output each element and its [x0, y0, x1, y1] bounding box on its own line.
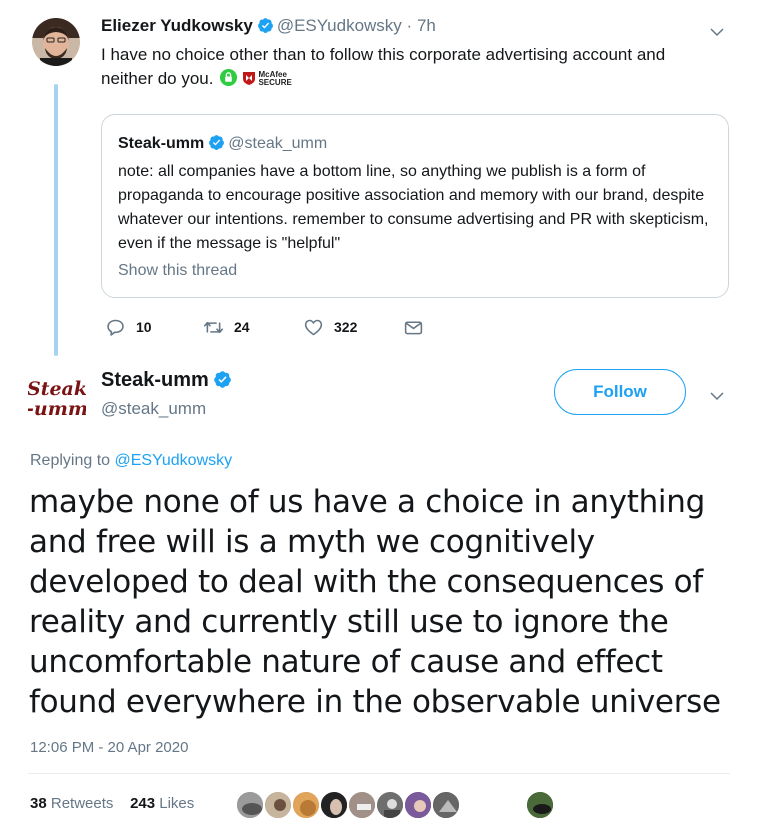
logo-line-2: -umm [28, 398, 86, 420]
main-tweet-text: maybe none of us have a choice in anythi… [29, 484, 721, 720]
quoted-tweet-card[interactable]: Steak-umm @steak_umm note: all companies … [101, 114, 729, 298]
quoted-author-handle: @steak_umm [228, 135, 328, 152]
verified-badge-icon [213, 371, 231, 388]
liker-avatar[interactable] [319, 790, 349, 820]
tweet-timestamp[interactable]: 12:06 PM - 20 Apr 2020 [30, 739, 188, 756]
envelope-icon [404, 320, 423, 334]
tweet-text: I have no choice other than to follow th… [101, 43, 721, 91]
main-author-handle[interactable]: @steak_umm [101, 399, 206, 419]
reply-icon [107, 319, 124, 336]
main-author-name-text: Steak-umm [101, 369, 209, 391]
liker-avatar[interactable] [263, 790, 293, 820]
logo-line-1: Steak [28, 378, 86, 400]
author-name[interactable]: Eliezer Yudkowsky [101, 16, 253, 35]
thread-connector-line [54, 84, 58, 356]
like-count: 322 [334, 319, 358, 335]
liker-avatar[interactable] [291, 790, 321, 820]
liker-avatar[interactable] [347, 790, 377, 820]
lock-icon [220, 68, 238, 87]
engagement-stats: 38 Retweets 243 Likes [30, 795, 194, 812]
verified-badge-icon [257, 18, 273, 33]
replying-to: Replying to @ESYudkowsky [30, 452, 232, 470]
replying-to-handle-link[interactable]: @ESYudkowsky [115, 452, 233, 469]
liker-avatar[interactable] [525, 790, 555, 820]
like-button[interactable]: 322 [303, 315, 357, 339]
divider [28, 773, 730, 774]
main-tweet: Steak -umm Steak-umm @steak_umm Follow R… [0, 355, 769, 839]
tweet-actions: 10 24 322 [101, 315, 441, 339]
quoted-tweet-text: note: all companies have a bottom line, … [118, 163, 709, 252]
direct-message-button[interactable] [403, 315, 424, 339]
mcafee-label-2: SECURE [258, 77, 292, 87]
liker-avatar[interactable] [375, 790, 405, 820]
heart-icon [304, 319, 323, 335]
reply-count: 10 [136, 319, 152, 335]
verified-badge-icon [209, 135, 225, 150]
retweet-icon [203, 321, 224, 333]
chevron-down-icon[interactable] [708, 387, 726, 405]
liker-avatar[interactable] [235, 790, 265, 820]
author-avatar[interactable] [32, 18, 80, 66]
quoted-author-name: Steak-umm [118, 135, 205, 152]
reply-button[interactable]: 10 [105, 315, 152, 339]
quoted-tweet-header: Steak-umm @steak_umm [118, 134, 327, 154]
follow-button[interactable]: Follow [554, 369, 686, 415]
retweet-total: 38 [30, 795, 47, 812]
replying-prefix: Replying to [30, 452, 115, 469]
retweet-count: 24 [234, 319, 250, 335]
show-thread-link[interactable]: Show this thread [118, 261, 237, 281]
tweet-text-body: I have no choice other than to follow th… [101, 45, 666, 88]
mcafee-shield-icon [243, 72, 256, 85]
main-author-name[interactable]: Steak-umm [101, 367, 235, 393]
retweets-label: Retweets [46, 795, 114, 812]
likes-stat[interactable]: 243 Likes [130, 795, 194, 812]
steak-umm-logo[interactable]: Steak -umm [28, 375, 86, 421]
retweet-button[interactable]: 24 [203, 315, 250, 339]
author-handle[interactable]: @ESYudkowsky [277, 16, 402, 35]
tweet-header: Eliezer Yudkowsky @ESYudkowsky · 7h [101, 15, 436, 37]
likes-label: Likes [155, 795, 195, 812]
separator-dot: · [406, 16, 413, 35]
liker-avatar[interactable] [431, 790, 461, 820]
retweets-stat[interactable]: 38 Retweets [30, 795, 113, 812]
mcafee-secure-badge: McAfee SECURE [242, 70, 292, 87]
liker-avatar[interactable] [403, 790, 433, 820]
tweet-time[interactable]: 7h [417, 16, 436, 35]
like-total: 243 [130, 795, 156, 812]
parent-tweet[interactable]: Eliezer Yudkowsky @ESYudkowsky · 7h I hav… [0, 0, 769, 356]
chevron-down-icon[interactable] [708, 23, 726, 41]
